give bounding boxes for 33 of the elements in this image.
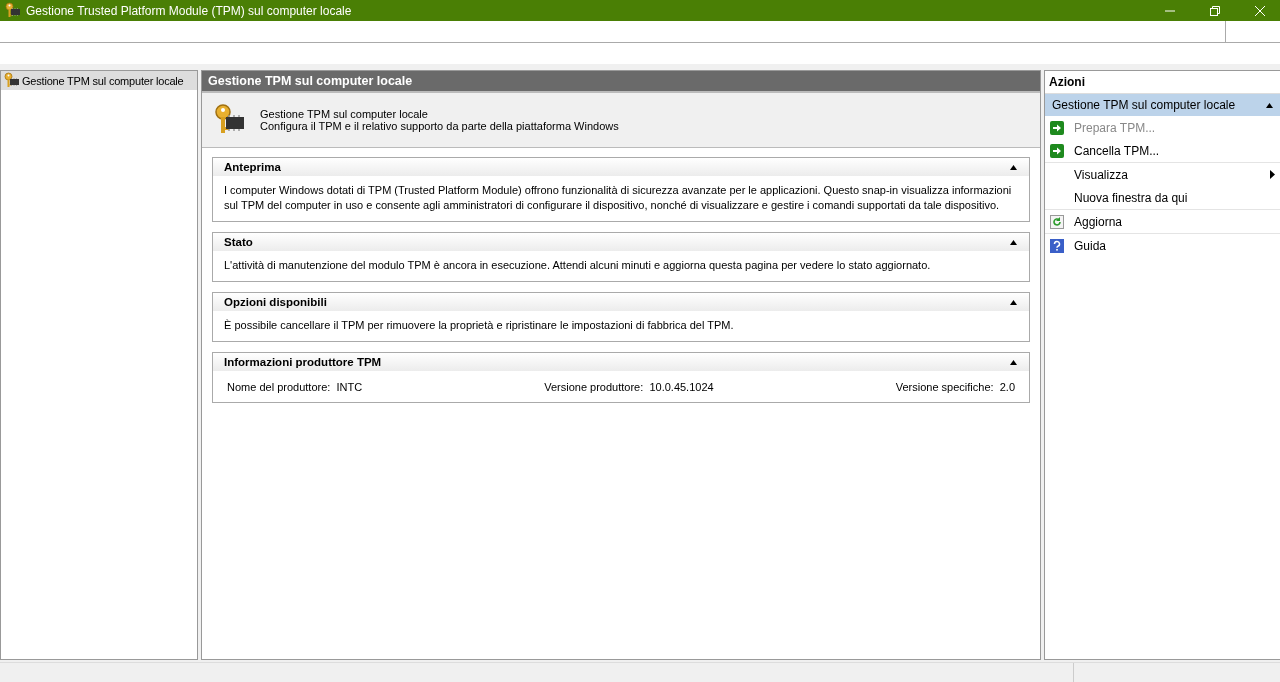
window-title: Gestione Trusted Platform Module (TPM) sul computer locale xyxy=(26,3,353,18)
action-link[interactable]: Aggiorna xyxy=(1074,214,1123,229)
action-link[interactable]: Nuova finestra da qui xyxy=(1074,190,1188,205)
info-field: Versione produttore: 10.0.45.1024 xyxy=(544,381,714,393)
section-text: È possibile cancellare il TPM per rimuovere la proprietà e ripristinare le impostazioni di fabbrica del TPM. xyxy=(223,318,735,333)
action-link[interactable]: Guida xyxy=(1074,238,1107,253)
tree-item[interactable]: Gestione TPM sul computer locale xyxy=(1,71,197,90)
pane-header: Gestione TPM sul computer locale xyxy=(202,71,1040,91)
collapse-icon[interactable] xyxy=(1010,299,1017,305)
info-field: Versione specifiche: 2.0 xyxy=(895,381,1015,393)
restore-icon xyxy=(1210,5,1220,16)
help-icon xyxy=(1050,238,1064,253)
collapse-icon[interactable] xyxy=(1010,164,1017,170)
close-icon xyxy=(1255,5,1265,16)
action-group-header[interactable]: Gestione TPM sul computer locale xyxy=(1045,94,1280,116)
submenu-arrow-icon xyxy=(1270,170,1275,179)
section-text: I computer Windows dotati di TPM (Trusted Platform Module) offrono funzionalità di sicurezza avanzate per le applicazioni. Questo snap-in visualizza informazioni sul TPM del computer in uso e consente agli amministratori di configurare il dispositivo, nonché di visualizzare e gestire i comandi supportati da tale dispositivo. xyxy=(223,183,1013,213)
collapse-icon[interactable] xyxy=(1010,359,1017,365)
collapse-icon[interactable] xyxy=(1266,102,1273,108)
action-link[interactable]: Cancella TPM... xyxy=(1074,143,1160,158)
refresh-icon xyxy=(1050,214,1064,229)
collapse-icon[interactable] xyxy=(1010,239,1017,245)
section-title: Informazioni produttore TPM xyxy=(224,356,382,368)
action-link[interactable]: Visualizza xyxy=(1074,167,1128,182)
app-icon xyxy=(4,2,21,19)
section-title: Anteprima xyxy=(224,161,281,173)
section-title: Stato xyxy=(224,236,253,248)
minimize-icon xyxy=(1165,9,1175,12)
section-text: L'attività di manutenzione del modulo TPM è ancora in esecuzione. Attendi alcuni minuti e aggiorna questa pagina per vedere lo stato aggiornato. xyxy=(223,258,932,273)
intro-title: Gestione TPM sul computer locale xyxy=(260,108,429,120)
intro-subtitle: Configura il TPM e il relativo supporto da parte della piattaforma Windows xyxy=(260,120,619,132)
info-field: Nome del produttore: INTC xyxy=(227,381,363,393)
section-title: Opzioni disponibili xyxy=(224,296,327,308)
